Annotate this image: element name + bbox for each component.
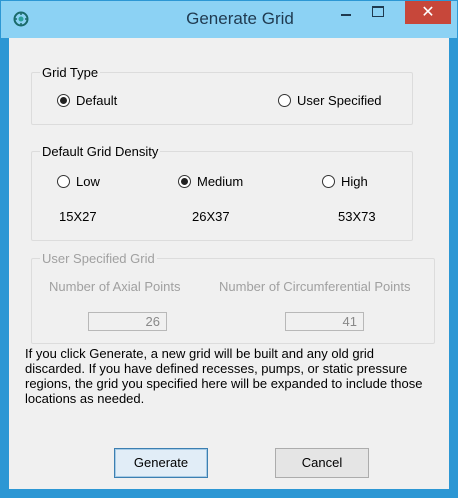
dialog-body: Grid Type Default User Specified Default… bbox=[9, 38, 449, 489]
radio-high-indicator bbox=[322, 175, 335, 188]
cancel-button[interactable]: Cancel bbox=[275, 448, 369, 478]
radio-user-specified-indicator bbox=[278, 94, 291, 107]
circumferential-points-input[interactable]: 41 bbox=[285, 312, 364, 331]
axial-points-label: Number of Axial Points bbox=[49, 279, 181, 294]
grid-type-group: Grid Type Default User Specified bbox=[31, 65, 413, 125]
user-grid-legend: User Specified Grid bbox=[40, 251, 157, 266]
minimize-button[interactable] bbox=[331, 1, 361, 25]
grid-type-legend: Grid Type bbox=[40, 65, 101, 80]
title-bar[interactable]: Generate Grid ✕ bbox=[1, 1, 457, 38]
generate-grid-window: Generate Grid ✕ Grid Type Default User S… bbox=[0, 0, 458, 498]
radio-low-label: Low bbox=[76, 174, 100, 189]
radio-user-specified-label: User Specified bbox=[297, 93, 382, 108]
medium-size-label: 26X37 bbox=[192, 209, 230, 224]
radio-default-indicator bbox=[57, 94, 70, 107]
radio-low-indicator bbox=[57, 175, 70, 188]
radio-high[interactable]: High bbox=[322, 174, 368, 189]
axial-points-input[interactable]: 26 bbox=[88, 312, 167, 331]
radio-low[interactable]: Low bbox=[57, 174, 100, 189]
radio-medium-label: Medium bbox=[197, 174, 244, 189]
user-specified-grid-group: User Specified Grid Number of Axial Poin… bbox=[31, 251, 435, 344]
radio-default-label: Default bbox=[76, 93, 118, 108]
generate-button[interactable]: Generate bbox=[114, 448, 208, 478]
info-text: If you click Generate, a new grid will b… bbox=[25, 346, 423, 406]
close-button[interactable]: ✕ bbox=[405, 1, 451, 24]
circumferential-points-label: Number of Circumferential Points bbox=[219, 279, 411, 294]
grid-density-group: Default Grid Density Low Medium High 15X… bbox=[31, 144, 413, 241]
maximize-button[interactable] bbox=[363, 1, 393, 25]
radio-user-specified[interactable]: User Specified bbox=[278, 93, 382, 108]
radio-default[interactable]: Default bbox=[57, 93, 117, 108]
grid-density-legend: Default Grid Density bbox=[40, 144, 161, 159]
radio-medium[interactable]: Medium bbox=[178, 174, 243, 189]
high-size-label: 53X73 bbox=[338, 209, 376, 224]
radio-medium-indicator bbox=[178, 175, 191, 188]
radio-high-label: High bbox=[341, 174, 368, 189]
low-size-label: 15X27 bbox=[59, 209, 97, 224]
